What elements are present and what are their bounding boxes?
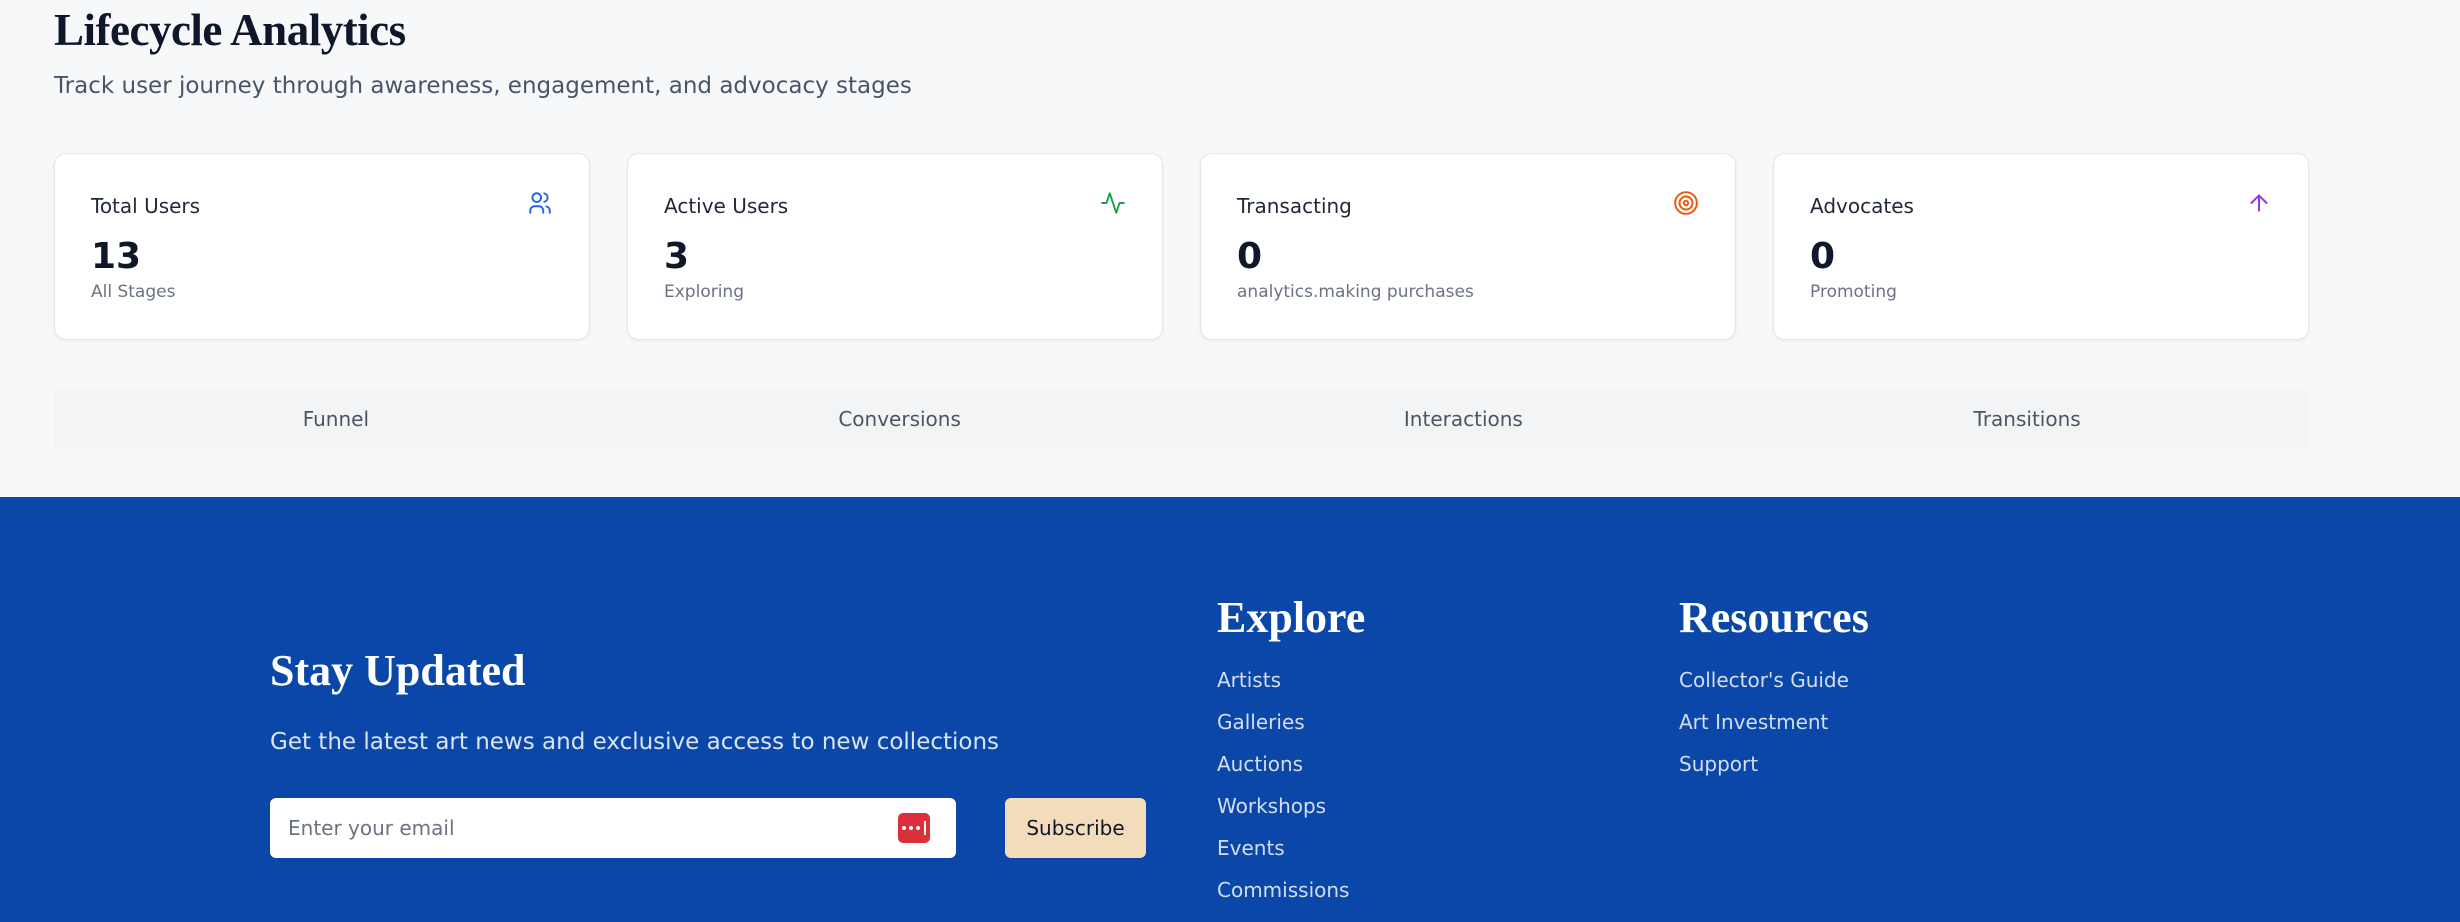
footer-link-events[interactable]: Events	[1217, 827, 1365, 869]
explore-column: Explore Artists Galleries Auctions Works…	[1217, 593, 1365, 911]
stat-card-title: Advocates	[1810, 194, 1914, 218]
explore-title: Explore	[1217, 593, 1366, 642]
stat-card-total-users: Total Users 13 All Stages	[54, 153, 590, 340]
newsletter-subtitle: Get the latest art news and exclusive ac…	[270, 729, 1000, 755]
newsletter-title: Stay Updated	[270, 646, 526, 695]
stat-card-advocates: Advocates 0 Promoting	[1773, 153, 2309, 340]
stat-card-title: Total Users	[91, 194, 201, 218]
footer-link-art-investment[interactable]: Art Investment	[1679, 701, 1869, 743]
users-icon	[529, 192, 551, 214]
arrow-up-icon	[2250, 194, 2268, 212]
subscribe-button[interactable]: Subscribe	[1005, 798, 1146, 858]
footer-link-galleries[interactable]: Galleries	[1217, 701, 1365, 743]
tab-transitions[interactable]: Transitions	[1745, 389, 2309, 449]
stat-card-note: All Stages	[91, 282, 176, 302]
tab-interactions[interactable]: Interactions	[1182, 389, 1746, 449]
target-icon	[1674, 191, 1698, 215]
analytics-tabs: Funnel Conversions Interactions Transiti…	[54, 389, 2309, 449]
resources-column: Resources Collector's Guide Art Investme…	[1679, 593, 1869, 785]
stat-card-transacting: Transacting 0 analytics.making purchases	[1200, 153, 1736, 340]
stat-card-active-users: Active Users 3 Exploring	[627, 153, 1163, 340]
stat-card-note: analytics.making purchases	[1237, 282, 1474, 302]
page-title: Lifecycle Analytics	[54, 5, 406, 55]
tab-conversions[interactable]: Conversions	[618, 389, 1182, 449]
site-footer: Stay Updated Get the latest art news and…	[0, 497, 2460, 922]
stat-card-value: 3	[664, 236, 690, 277]
stat-card-title: Transacting	[1237, 194, 1352, 218]
stat-card-value: 0	[1237, 236, 1263, 277]
page-subtitle: Track user journey through awareness, en…	[54, 73, 912, 99]
footer-link-commissions[interactable]: Commissions	[1217, 869, 1365, 911]
stat-card-value: 0	[1810, 236, 1836, 277]
stat-cards: Total Users 13 All Stages Active Users 3…	[54, 153, 2309, 340]
stat-card-value: 13	[91, 236, 142, 277]
stat-card-note: Exploring	[664, 282, 744, 302]
footer-link-auctions[interactable]: Auctions	[1217, 743, 1365, 785]
password-manager-icon[interactable]	[898, 813, 930, 843]
tab-funnel[interactable]: Funnel	[54, 389, 618, 449]
activity-icon	[1101, 192, 1125, 214]
footer-link-artists[interactable]: Artists	[1217, 659, 1365, 701]
email-input[interactable]	[288, 798, 848, 858]
footer-link-collectors-guide[interactable]: Collector's Guide	[1679, 659, 1869, 701]
stat-card-note: Promoting	[1810, 282, 1897, 302]
email-field-container	[270, 798, 956, 858]
footer-link-support[interactable]: Support	[1679, 743, 1869, 785]
resources-title: Resources	[1679, 593, 1869, 642]
footer-link-workshops[interactable]: Workshops	[1217, 785, 1365, 827]
stat-card-title: Active Users	[664, 194, 789, 218]
